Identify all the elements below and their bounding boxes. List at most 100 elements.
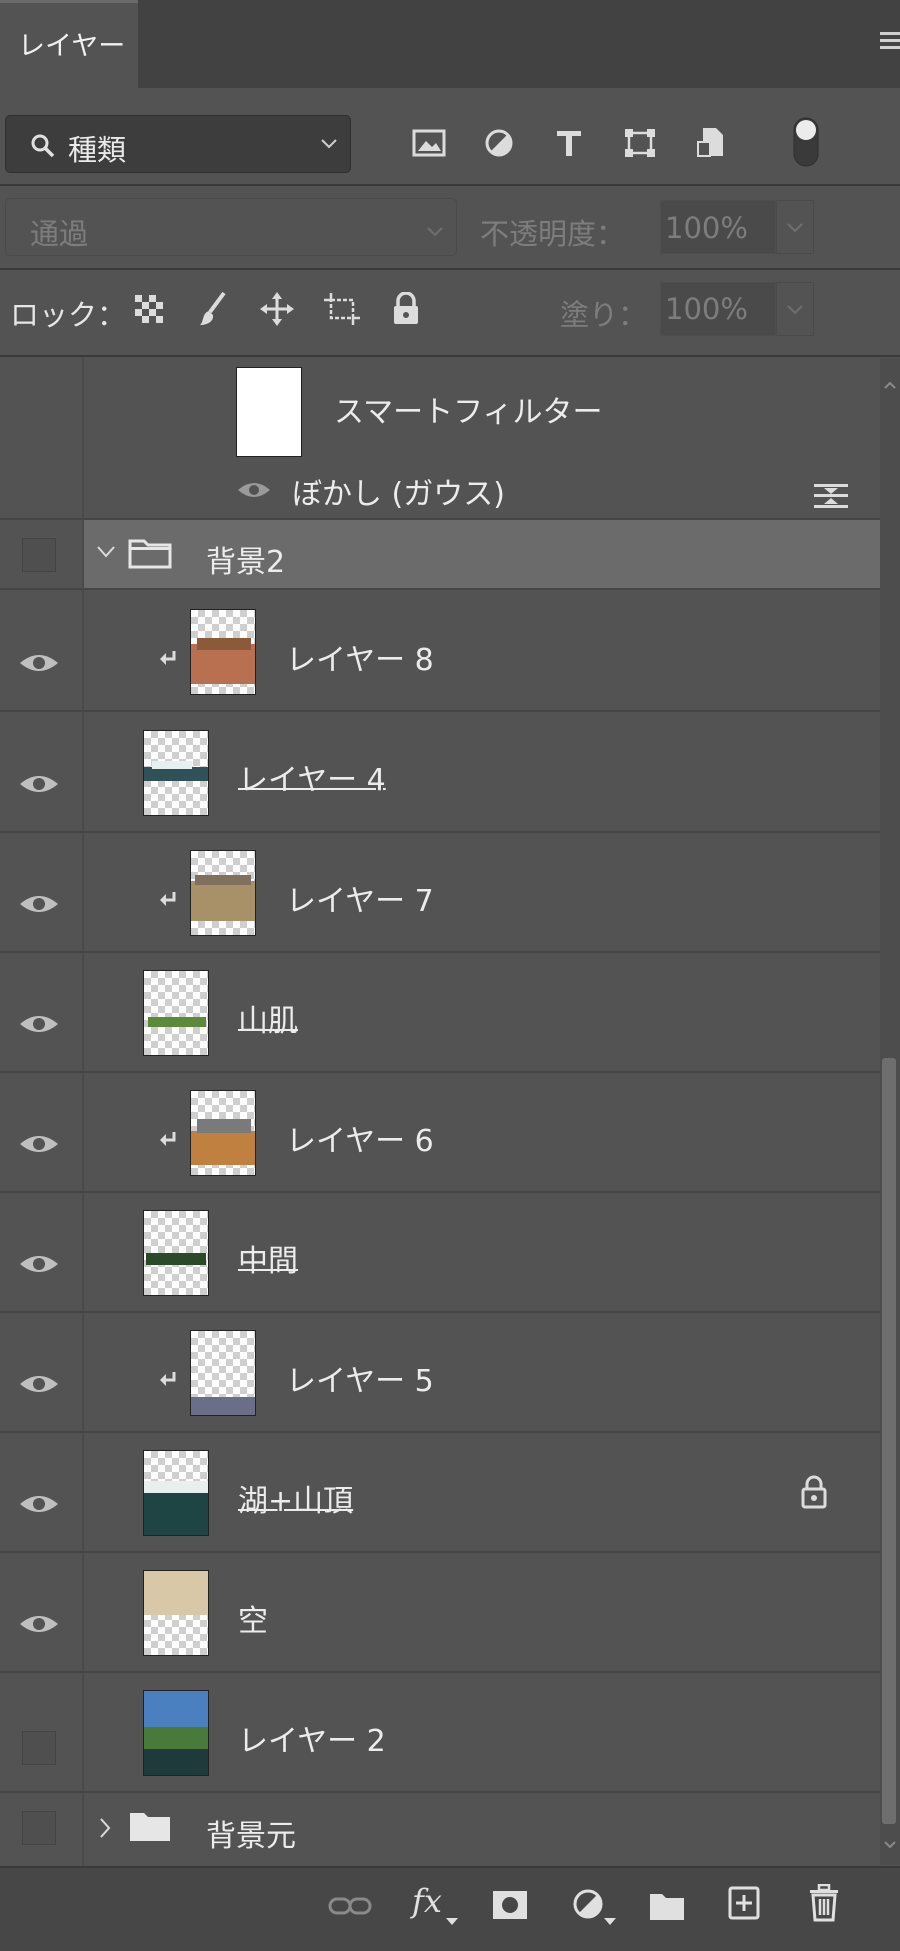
folder-icon: [130, 1813, 170, 1841]
clipping-arrow-icon: [160, 651, 176, 665]
row-divider: [0, 1791, 880, 1793]
eye-icon[interactable]: [236, 479, 272, 501]
layer-name: 背景元: [206, 1819, 296, 1854]
eye-icon[interactable]: [18, 772, 60, 796]
filter-shape-layer-icon[interactable]: [624, 128, 656, 158]
layer-name: レイヤー 7: [286, 884, 434, 919]
blend-mode-value: 通過: [30, 217, 89, 251]
eye-icon[interactable]: [18, 1492, 60, 1516]
layer-thumbnail[interactable]: [143, 1570, 209, 1656]
layer-name: レイヤー 4: [238, 763, 386, 798]
new-layer-icon[interactable]: [728, 1886, 760, 1920]
chevron-down-icon[interactable]: [96, 545, 116, 559]
filter-blending-options-icon[interactable]: [812, 481, 850, 511]
layer-thumbnail[interactable]: [143, 970, 209, 1056]
layer-name: レイヤー 8: [286, 643, 434, 678]
opacity-label: 不透明度：: [480, 217, 626, 251]
lock-image-pixels-brush-icon[interactable]: [198, 290, 228, 328]
row-divider: [0, 710, 880, 712]
delete-layer-trash-icon[interactable]: [808, 1884, 840, 1922]
layer-name: レイヤー 6: [286, 1124, 434, 1159]
row-divider: [0, 1551, 880, 1553]
layer-name: 中間: [238, 1244, 298, 1279]
filter-kind-select[interactable]: [5, 115, 351, 173]
smart-filter-label: スマートフィルター: [334, 395, 603, 430]
layer-name: レイヤー 2: [238, 1724, 386, 1759]
fill-label: 塗り：: [560, 298, 648, 332]
lock-position-move-icon[interactable]: [260, 292, 294, 326]
new-adjustment-layer-icon[interactable]: [572, 1888, 606, 1922]
clipping-arrow-icon: [160, 892, 176, 906]
row-divider: [0, 831, 880, 833]
eye-icon[interactable]: [18, 892, 60, 916]
eye-icon[interactable]: [18, 1132, 60, 1156]
chevron-down-icon: [787, 305, 803, 315]
visibility-toggle[interactable]: [22, 538, 56, 572]
row-divider: [0, 1071, 880, 1073]
layer-thumbnail[interactable]: [190, 1090, 256, 1176]
lock-artboard-icon[interactable]: [324, 292, 360, 326]
add-layer-style-fx-icon[interactable]: fx: [412, 1882, 442, 1920]
row-divider: [0, 951, 880, 953]
scroll-down-icon[interactable]: [883, 1840, 897, 1850]
eye-icon[interactable]: [18, 1372, 60, 1396]
eye-icon[interactable]: [18, 1612, 60, 1636]
lock-transparent-pixels-icon[interactable]: [134, 294, 164, 324]
layer-thumbnail[interactable]: [143, 1210, 209, 1296]
visibility-toggle[interactable]: [22, 1731, 56, 1765]
filter-type-layer-icon[interactable]: [554, 128, 584, 158]
clipping-arrow-icon: [160, 1372, 176, 1386]
layer-name: レイヤー 5: [286, 1364, 434, 1399]
chevron-right-icon[interactable]: [98, 1817, 112, 1839]
filter-adjustment-layer-icon[interactable]: [484, 128, 514, 158]
eye-icon[interactable]: [18, 651, 60, 675]
chevron-down-icon: [321, 139, 337, 149]
link-layers-icon[interactable]: [328, 1894, 372, 1918]
caret-icon: [446, 1918, 458, 1925]
row-divider: [0, 1671, 880, 1673]
tab-layers-label: レイヤー: [18, 31, 126, 62]
row-divider: [0, 1311, 880, 1313]
filter-toggle-icon[interactable]: [792, 116, 820, 168]
row-divider: [0, 588, 880, 590]
smart-filter-mask-thumbnail[interactable]: [236, 367, 302, 457]
opacity-value: 100%: [665, 211, 748, 245]
clipping-arrow-icon: [160, 1132, 176, 1146]
filter-pixel-layer-icon[interactable]: [412, 128, 446, 158]
layer-name: 背景2: [206, 545, 286, 580]
panel-menu-icon[interactable]: [880, 32, 900, 54]
divider: [0, 268, 900, 270]
layers-toolbar: [0, 1866, 900, 1951]
chevron-down-icon: [787, 223, 803, 233]
layer-thumbnail[interactable]: [143, 730, 209, 816]
row-divider: [0, 1191, 880, 1193]
tab-highlight: [0, 0, 138, 3]
scrollbar-thumb[interactable]: [882, 1058, 896, 1824]
filter-smart-object-icon[interactable]: [696, 126, 726, 160]
visibility-toggle[interactable]: [22, 1811, 56, 1845]
lock-label: ロック：: [10, 298, 127, 332]
layer-thumbnail[interactable]: [143, 1450, 209, 1536]
new-group-folder-icon[interactable]: [648, 1890, 686, 1922]
lock-icon[interactable]: [800, 1475, 828, 1509]
add-mask-icon[interactable]: [492, 1890, 528, 1920]
filter-kind-value: 種類: [68, 133, 127, 167]
search-icon: [31, 134, 55, 158]
layer-thumbnail[interactable]: [190, 1330, 256, 1416]
eye-icon[interactable]: [18, 1012, 60, 1036]
smart-filter-effect-name[interactable]: ぼかし (ガウス): [292, 469, 505, 513]
layer-thumbnail[interactable]: [190, 850, 256, 936]
folder-icon: [128, 539, 172, 569]
layer-name: 湖+山頂: [238, 1484, 354, 1519]
scroll-up-icon[interactable]: [883, 380, 897, 390]
lock-all-icon[interactable]: [392, 292, 420, 326]
layer-thumbnail[interactable]: [190, 609, 256, 695]
layer-thumbnail[interactable]: [143, 1690, 209, 1776]
fill-value: 100%: [665, 292, 748, 326]
eye-icon[interactable]: [18, 1252, 60, 1276]
layer-name: 空: [238, 1604, 268, 1639]
layer-list: スマートフィルター ぼかし (ガウス) 背景2 レイヤー 8 レイヤー 4 レイ…: [0, 357, 880, 1865]
chevron-down-icon: [427, 227, 443, 237]
row-divider: [0, 1431, 880, 1433]
layer-row-group-haikei2[interactable]: [84, 520, 880, 588]
